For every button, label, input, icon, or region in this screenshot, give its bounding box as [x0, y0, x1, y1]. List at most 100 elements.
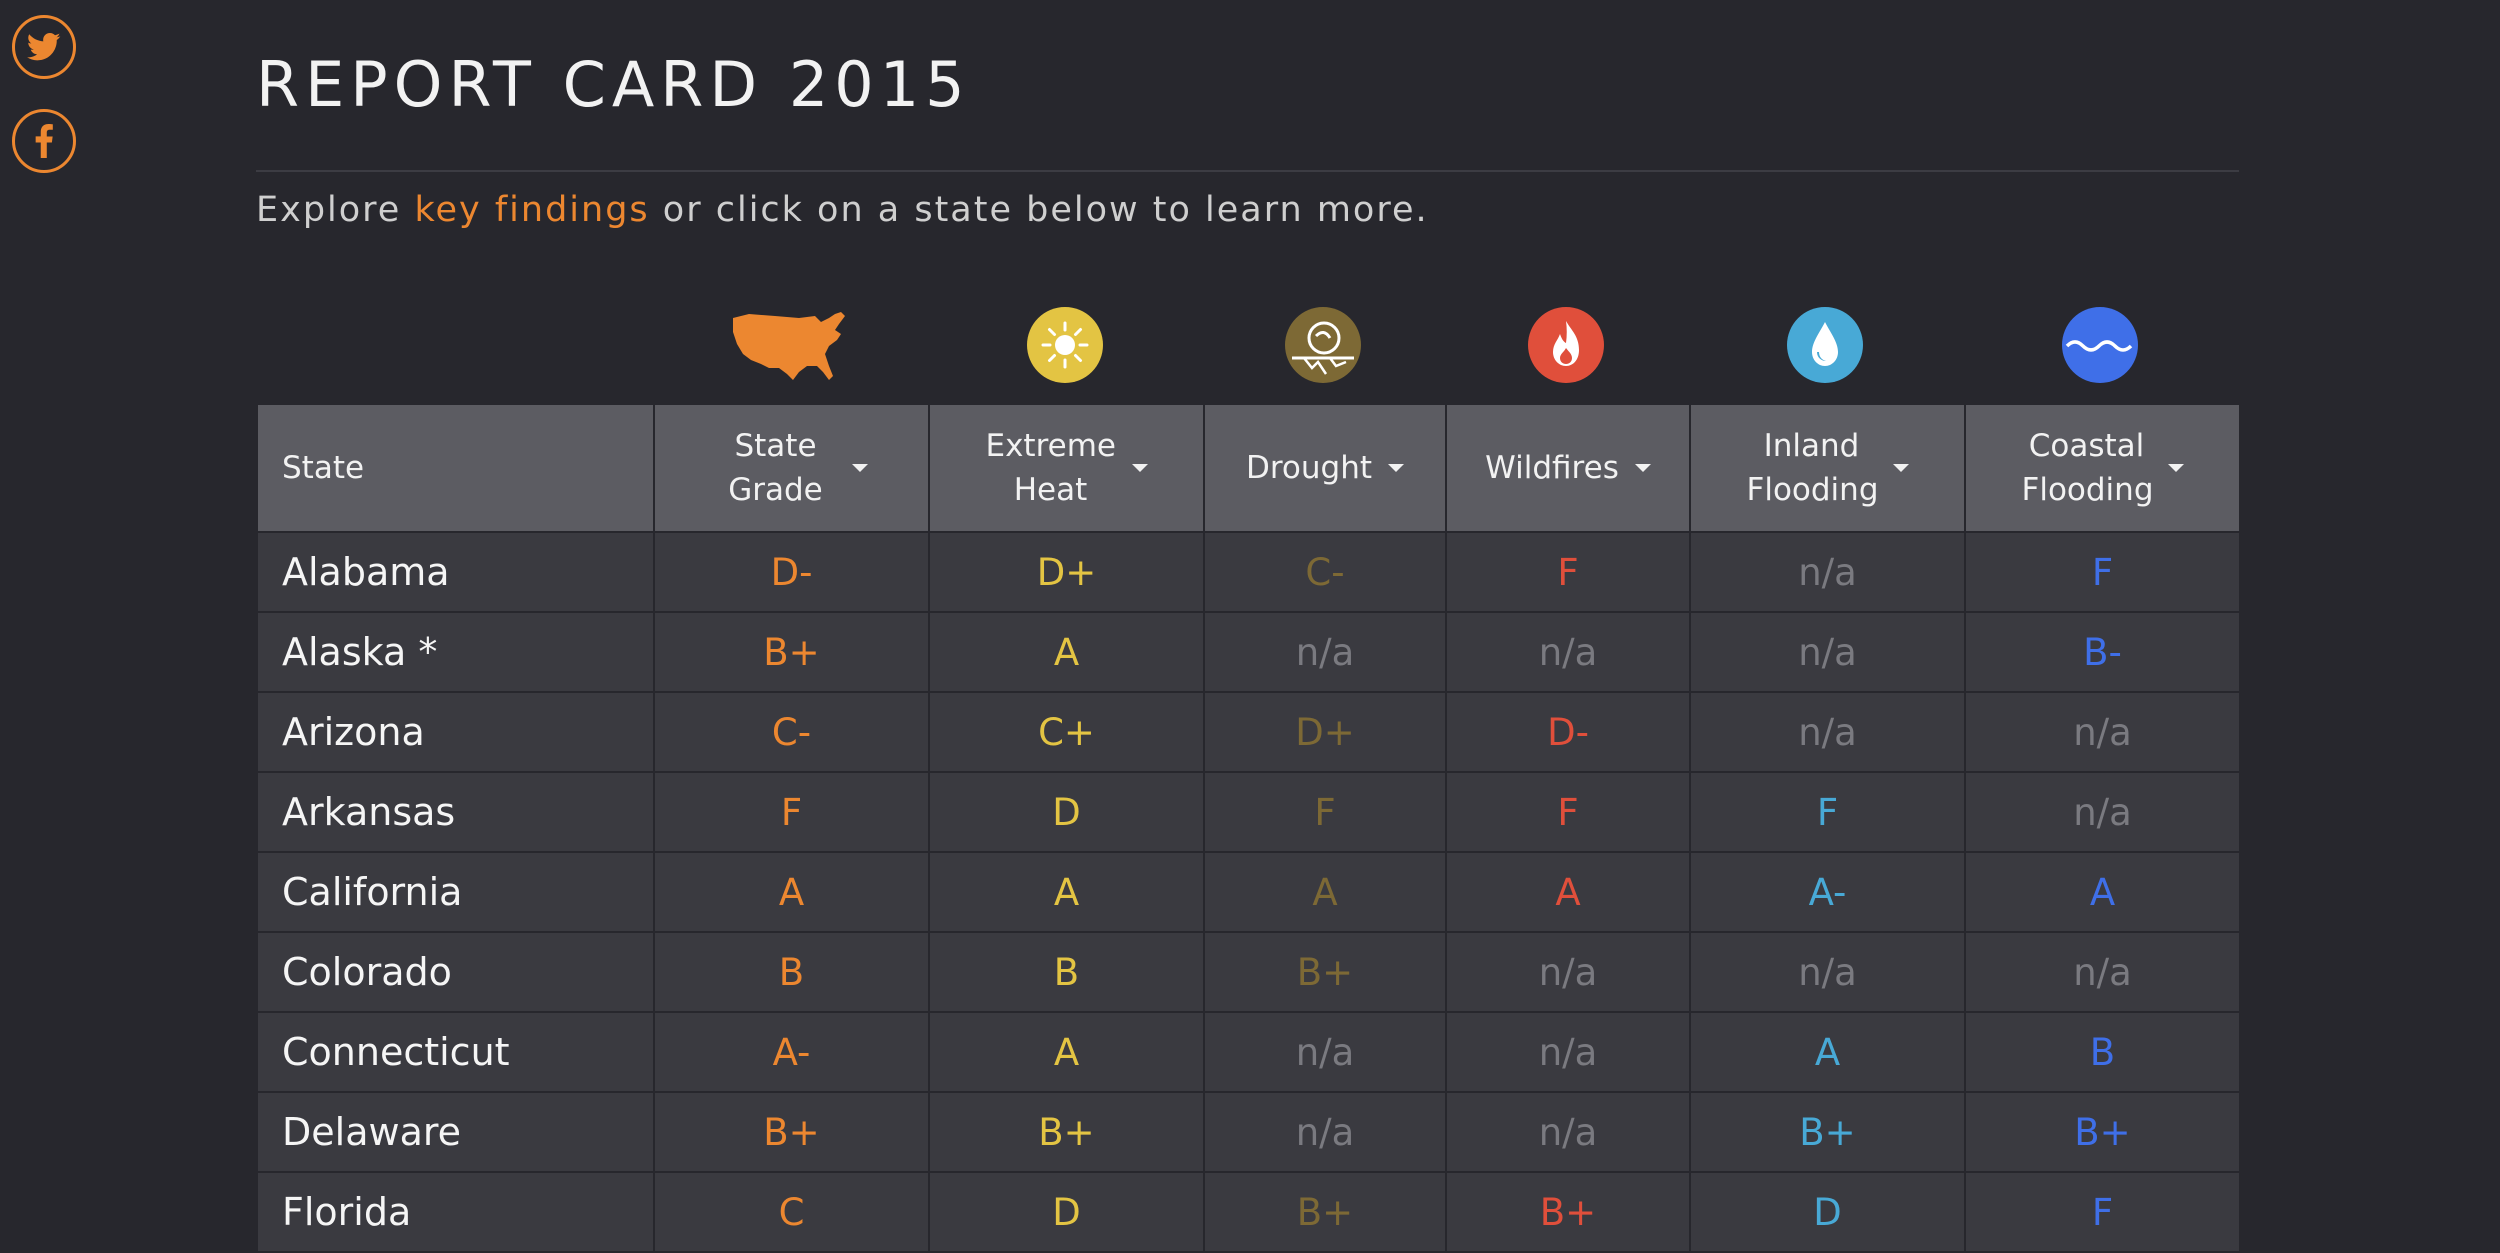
grade-cell-drought: B+	[1203, 1171, 1447, 1253]
grade-cell-extreme-heat: D	[928, 771, 1205, 853]
grade-cell-drought: F	[1203, 771, 1447, 853]
grade-cell-inland-flooding: B+	[1689, 1091, 1966, 1173]
grade-cell-inland-flooding: n/a	[1689, 611, 1966, 693]
state-name-cell[interactable]: Connecticut	[256, 1011, 655, 1093]
column-header-label: Extreme Heat	[985, 428, 1117, 508]
intro-text: Explore key findings or click on a state…	[256, 190, 1429, 230]
intro-text-after: or click on a state below to learn more.	[649, 190, 1429, 230]
table-row[interactable]: Arkansas F D F F Fn/a	[256, 771, 2241, 853]
grade-cell-wildfires: F	[1445, 531, 1691, 613]
column-header-state-grade[interactable]: State Grade	[653, 403, 930, 533]
state-name-cell[interactable]: Alabama	[256, 531, 655, 613]
drought-icon	[1284, 306, 1362, 388]
table-row[interactable]: Alaska * B+ An/a n/a n/a B-	[256, 611, 2241, 693]
sort-dropdown-icon	[2167, 464, 2184, 472]
column-header-coastal-flooding[interactable]: Coastal Flooding	[1964, 403, 2241, 533]
grade-cell-coastal-flooding: B-	[1964, 611, 2241, 693]
grade-cell-drought: D+	[1203, 691, 1447, 773]
column-header-inland-flooding[interactable]: Inland Flooding	[1689, 403, 1966, 533]
page-title: REPORT CARD 2015	[256, 48, 971, 121]
column-header-drought[interactable]: Drought	[1203, 403, 1447, 533]
grade-cell-coastal-flooding: A	[1964, 851, 2241, 933]
key-findings-link[interactable]: key findings	[414, 190, 649, 230]
grade-cell-coastal-flooding: n/a	[1964, 691, 2241, 773]
grade-cell-wildfires: B+	[1445, 1171, 1691, 1253]
grade-cell-inland-flooding: A	[1689, 1011, 1966, 1093]
grade-cell-extreme-heat: B+	[928, 1091, 1205, 1173]
grade-cell-state-grade: C-	[653, 691, 930, 773]
grade-cell-coastal-flooding: B+	[1964, 1091, 2241, 1173]
column-header-label: Coastal Flooding	[2021, 428, 2154, 508]
table-row[interactable]: California A A A A A- A	[256, 851, 2241, 933]
state-name-cell[interactable]: Alaska *	[256, 611, 655, 693]
column-header-state[interactable]: State	[256, 403, 655, 533]
table-row[interactable]: Florida C D B+ B+ D F	[256, 1171, 2241, 1253]
state-name-cell[interactable]: Delaware	[256, 1091, 655, 1173]
grade-cell-coastal-flooding: n/a	[1964, 931, 2241, 1013]
grade-cell-inland-flooding: n/a	[1689, 931, 1966, 1013]
grade-cell-state-grade: B	[653, 931, 930, 1013]
flame-icon	[1527, 306, 1605, 388]
column-header-label: State	[282, 450, 365, 486]
usa-map-icon	[729, 310, 849, 390]
sort-dropdown-icon	[1388, 464, 1405, 472]
grade-cell-wildfires: A	[1445, 851, 1691, 933]
sun-icon	[1026, 306, 1104, 388]
grade-cell-drought: n/a	[1203, 611, 1447, 693]
column-header-label: Inland Flooding	[1746, 428, 1879, 508]
grade-cell-extreme-heat: D	[928, 1171, 1205, 1253]
state-name-cell[interactable]: Arizona	[256, 691, 655, 773]
grade-cell-inland-flooding: n/a	[1689, 691, 1966, 773]
table-row[interactable]: Alabama D- D+ C- Fn/a F	[256, 531, 2241, 613]
intro-text-before: Explore	[256, 190, 415, 230]
grade-cell-wildfires: n/a	[1445, 611, 1691, 693]
grade-cell-state-grade: A-	[653, 1011, 930, 1093]
table-row[interactable]: Colorado B B B+ n/a n/a n/a	[256, 931, 2241, 1013]
table-row[interactable]: Connecticut A- An/a n/a A B	[256, 1011, 2241, 1093]
column-header-label: State Grade	[728, 428, 823, 508]
twitter-button[interactable]	[12, 15, 76, 79]
column-header-label: Drought	[1245, 450, 1373, 486]
state-name-cell[interactable]: Arkansas	[256, 771, 655, 853]
table-row[interactable]: Delaware B+ B+ n/a n/a B+ B+	[256, 1091, 2241, 1173]
grade-cell-wildfires: n/a	[1445, 1011, 1691, 1093]
grade-cell-state-grade: B+	[653, 1091, 930, 1173]
state-name-cell[interactable]: Florida	[256, 1171, 655, 1253]
grade-cell-coastal-flooding: F	[1964, 1171, 2241, 1253]
column-header-label: Wildfires	[1485, 450, 1619, 486]
grade-cell-wildfires: n/a	[1445, 1091, 1691, 1173]
grade-cell-drought: B+	[1203, 931, 1447, 1013]
table-row[interactable]: Arizona C- C+ D+ D-n/a n/a	[256, 691, 2241, 773]
state-name-cell[interactable]: Colorado	[256, 931, 655, 1013]
category-icons	[256, 306, 2239, 386]
grade-cell-state-grade: A	[653, 851, 930, 933]
grade-cell-extreme-heat: C+	[928, 691, 1205, 773]
grade-cell-state-grade: D-	[653, 531, 930, 613]
grade-cell-coastal-flooding: F	[1964, 531, 2241, 613]
state-name-cell[interactable]: California	[256, 851, 655, 933]
facebook-icon	[35, 124, 53, 158]
sort-dropdown-icon	[1892, 464, 1909, 472]
grade-cell-inland-flooding: F	[1689, 771, 1966, 853]
grade-cell-inland-flooding: D	[1689, 1171, 1966, 1253]
grade-cell-drought: C-	[1203, 531, 1447, 613]
sort-dropdown-icon	[1131, 464, 1148, 472]
column-header-extreme-heat[interactable]: Extreme Heat	[928, 403, 1205, 533]
grade-cell-state-grade: F	[653, 771, 930, 853]
column-header-wildfires[interactable]: Wildfires	[1445, 403, 1691, 533]
grade-cell-extreme-heat: A	[928, 1011, 1205, 1093]
water-drop-icon	[1786, 306, 1864, 388]
grade-cell-inland-flooding: A-	[1689, 851, 1966, 933]
grade-cell-drought: n/a	[1203, 1011, 1447, 1093]
grade-cell-inland-flooding: n/a	[1689, 531, 1966, 613]
facebook-button[interactable]	[12, 109, 76, 173]
twitter-icon	[27, 32, 61, 61]
grade-cell-state-grade: C	[653, 1171, 930, 1253]
grade-cell-state-grade: B+	[653, 611, 930, 693]
sort-dropdown-icon	[851, 464, 868, 472]
table-body: Alabama D- D+ C- Fn/a F Alaska * B+ An/a n/a n/a B-…	[256, 531, 2241, 1253]
grade-cell-extreme-heat: A	[928, 851, 1205, 933]
waves-icon	[2061, 306, 2139, 388]
report-card-table: State State Grade Extreme Heat Drought W…	[256, 403, 2241, 1253]
sort-dropdown-icon	[1634, 464, 1651, 472]
